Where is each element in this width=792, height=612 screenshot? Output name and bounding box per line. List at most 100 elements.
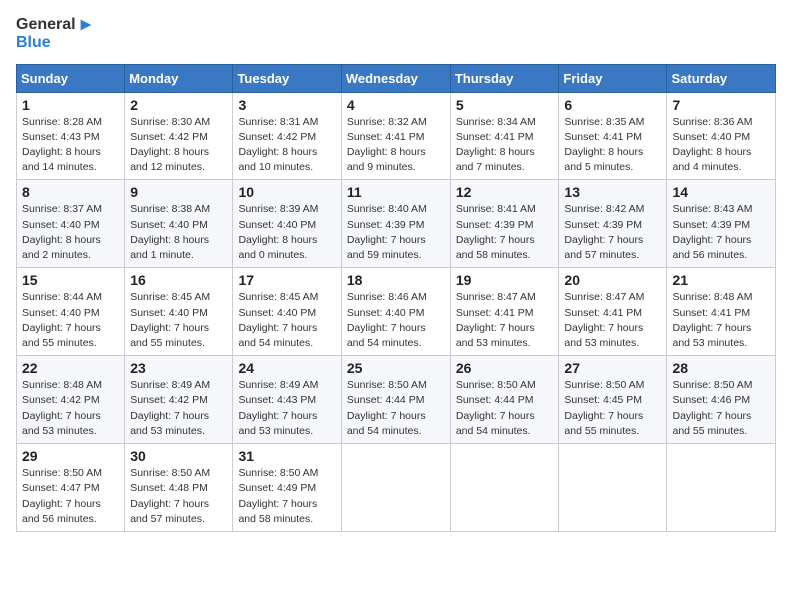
day-info: Sunrise: 8:32 AM Sunset: 4:41 PM Dayligh… [347,115,445,176]
calendar-header-saturday: Saturday [667,64,776,92]
day-number: 21 [672,272,770,288]
calendar-week-row: 22Sunrise: 8:48 AM Sunset: 4:42 PM Dayli… [17,356,776,444]
calendar-cell: 20 Sunrise: 8:47 AM Sunset: 4:41 PM Dayli… [559,268,667,356]
day-info: Sunrise: 8:50 AM Sunset: 4:44 PM Dayligh… [456,378,554,439]
calendar-cell: 2Sunrise: 8:30 AM Sunset: 4:42 PM Daylig… [125,92,233,180]
day-number: 23 [130,360,227,376]
calendar-cell: 4 Sunrise: 8:32 AM Sunset: 4:41 PM Daylig… [341,92,450,180]
day-info: Sunrise: 8:50 AM Sunset: 4:49 PM Dayligh… [238,466,335,527]
calendar-cell: 17 Sunrise: 8:45 AM Sunset: 4:40 PM Dayli… [233,268,341,356]
day-number: 8 [22,184,119,200]
day-number: 7 [672,97,770,113]
calendar-header-row: SundayMondayTuesdayWednesdayThursdayFrid… [17,64,776,92]
day-number: 3 [238,97,335,113]
day-number: 31 [238,448,335,464]
logo-text: General Blue [16,16,95,52]
calendar-cell: 8 Sunrise: 8:37 AM Sunset: 4:40 PM Daylig… [17,180,125,268]
day-info: Sunrise: 8:37 AM Sunset: 4:40 PM Dayligh… [22,202,119,263]
calendar-week-row: 1Sunrise: 8:28 AM Sunset: 4:43 PM Daylig… [17,92,776,180]
day-info: Sunrise: 8:48 AM Sunset: 4:41 PM Dayligh… [672,290,770,351]
calendar-header-sunday: Sunday [17,64,125,92]
calendar-cell: 26 Sunrise: 8:50 AM Sunset: 4:44 PM Dayli… [450,356,559,444]
calendar-cell: 10Sunrise: 8:39 AM Sunset: 4:40 PM Dayli… [233,180,341,268]
calendar-header-friday: Friday [559,64,667,92]
day-info: Sunrise: 8:36 AM Sunset: 4:40 PM Dayligh… [672,115,770,176]
calendar-cell: 22Sunrise: 8:48 AM Sunset: 4:42 PM Dayli… [17,356,125,444]
day-number: 17 [238,272,335,288]
calendar-header-monday: Monday [125,64,233,92]
day-number: 26 [456,360,554,376]
day-info: Sunrise: 8:45 AM Sunset: 4:40 PM Dayligh… [238,290,335,351]
day-info: Sunrise: 8:31 AM Sunset: 4:42 PM Dayligh… [238,115,335,176]
day-number: 20 [564,272,661,288]
calendar-cell: 16 Sunrise: 8:45 AM Sunset: 4:40 PM Dayli… [125,268,233,356]
day-info: Sunrise: 8:42 AM Sunset: 4:39 PM Dayligh… [564,202,661,263]
day-info: Sunrise: 8:50 AM Sunset: 4:46 PM Dayligh… [672,378,770,439]
day-info: Sunrise: 8:50 AM Sunset: 4:45 PM Dayligh… [564,378,661,439]
day-number: 13 [564,184,661,200]
header: General Blue [16,16,776,52]
calendar-week-row: 15Sunrise: 8:44 AM Sunset: 4:40 PM Dayli… [17,268,776,356]
day-number: 12 [456,184,554,200]
calendar-cell: 15Sunrise: 8:44 AM Sunset: 4:40 PM Dayli… [17,268,125,356]
day-number: 11 [347,184,445,200]
day-info: Sunrise: 8:45 AM Sunset: 4:40 PM Dayligh… [130,290,227,351]
logo-blue: Blue [16,34,51,51]
logo: General Blue [16,16,95,52]
day-info: Sunrise: 8:34 AM Sunset: 4:41 PM Dayligh… [456,115,554,176]
calendar-cell: 12Sunrise: 8:41 AM Sunset: 4:39 PM Dayli… [450,180,559,268]
day-number: 6 [564,97,661,113]
calendar-header-thursday: Thursday [450,64,559,92]
calendar-cell: 18Sunrise: 8:46 AM Sunset: 4:40 PM Dayli… [341,268,450,356]
calendar-cell: 9Sunrise: 8:38 AM Sunset: 4:40 PM Daylig… [125,180,233,268]
calendar-cell: 27 Sunrise: 8:50 AM Sunset: 4:45 PM Dayli… [559,356,667,444]
day-number: 9 [130,184,227,200]
day-number: 4 [347,97,445,113]
day-number: 24 [238,360,335,376]
day-info: Sunrise: 8:44 AM Sunset: 4:40 PM Dayligh… [22,290,119,351]
day-info: Sunrise: 8:49 AM Sunset: 4:42 PM Dayligh… [130,378,227,439]
day-number: 16 [130,272,227,288]
day-number: 22 [22,360,119,376]
calendar: SundayMondayTuesdayWednesdayThursdayFrid… [16,64,776,532]
day-number: 5 [456,97,554,113]
day-info: Sunrise: 8:50 AM Sunset: 4:48 PM Dayligh… [130,466,227,527]
day-info: Sunrise: 8:35 AM Sunset: 4:41 PM Dayligh… [564,115,661,176]
day-number: 1 [22,97,119,113]
calendar-week-row: 8 Sunrise: 8:37 AM Sunset: 4:40 PM Daylig… [17,180,776,268]
calendar-cell: 29Sunrise: 8:50 AM Sunset: 4:47 PM Dayli… [17,444,125,532]
day-info: Sunrise: 8:50 AM Sunset: 4:44 PM Dayligh… [347,378,445,439]
day-info: Sunrise: 8:47 AM Sunset: 4:41 PM Dayligh… [564,290,661,351]
calendar-cell [667,444,776,532]
day-number: 27 [564,360,661,376]
calendar-cell: 5 Sunrise: 8:34 AM Sunset: 4:41 PM Daylig… [450,92,559,180]
day-info: Sunrise: 8:30 AM Sunset: 4:42 PM Dayligh… [130,115,227,176]
day-number: 14 [672,184,770,200]
day-number: 10 [238,184,335,200]
day-number: 19 [456,272,554,288]
calendar-cell: 13 Sunrise: 8:42 AM Sunset: 4:39 PM Dayli… [559,180,667,268]
calendar-week-row: 29Sunrise: 8:50 AM Sunset: 4:47 PM Dayli… [17,444,776,532]
day-info: Sunrise: 8:47 AM Sunset: 4:41 PM Dayligh… [456,290,554,351]
calendar-header-tuesday: Tuesday [233,64,341,92]
calendar-cell: 21 Sunrise: 8:48 AM Sunset: 4:41 PM Dayli… [667,268,776,356]
calendar-header-wednesday: Wednesday [341,64,450,92]
calendar-cell: 1Sunrise: 8:28 AM Sunset: 4:43 PM Daylig… [17,92,125,180]
calendar-cell: 28 Sunrise: 8:50 AM Sunset: 4:46 PM Dayli… [667,356,776,444]
calendar-cell: 30Sunrise: 8:50 AM Sunset: 4:48 PM Dayli… [125,444,233,532]
calendar-cell: 25 Sunrise: 8:50 AM Sunset: 4:44 PM Dayli… [341,356,450,444]
calendar-cell [341,444,450,532]
day-number: 29 [22,448,119,464]
day-info: Sunrise: 8:46 AM Sunset: 4:40 PM Dayligh… [347,290,445,351]
day-number: 25 [347,360,445,376]
calendar-cell: 23 Sunrise: 8:49 AM Sunset: 4:42 PM Dayli… [125,356,233,444]
calendar-cell: 6 Sunrise: 8:35 AM Sunset: 4:41 PM Daylig… [559,92,667,180]
day-number: 28 [672,360,770,376]
calendar-cell [559,444,667,532]
day-info: Sunrise: 8:40 AM Sunset: 4:39 PM Dayligh… [347,202,445,263]
logo-general: General [16,16,76,33]
calendar-cell: 24Sunrise: 8:49 AM Sunset: 4:43 PM Dayli… [233,356,341,444]
calendar-cell: 31 Sunrise: 8:50 AM Sunset: 4:49 PM Dayli… [233,444,341,532]
day-info: Sunrise: 8:43 AM Sunset: 4:39 PM Dayligh… [672,202,770,263]
calendar-cell: 14 Sunrise: 8:43 AM Sunset: 4:39 PM Dayli… [667,180,776,268]
